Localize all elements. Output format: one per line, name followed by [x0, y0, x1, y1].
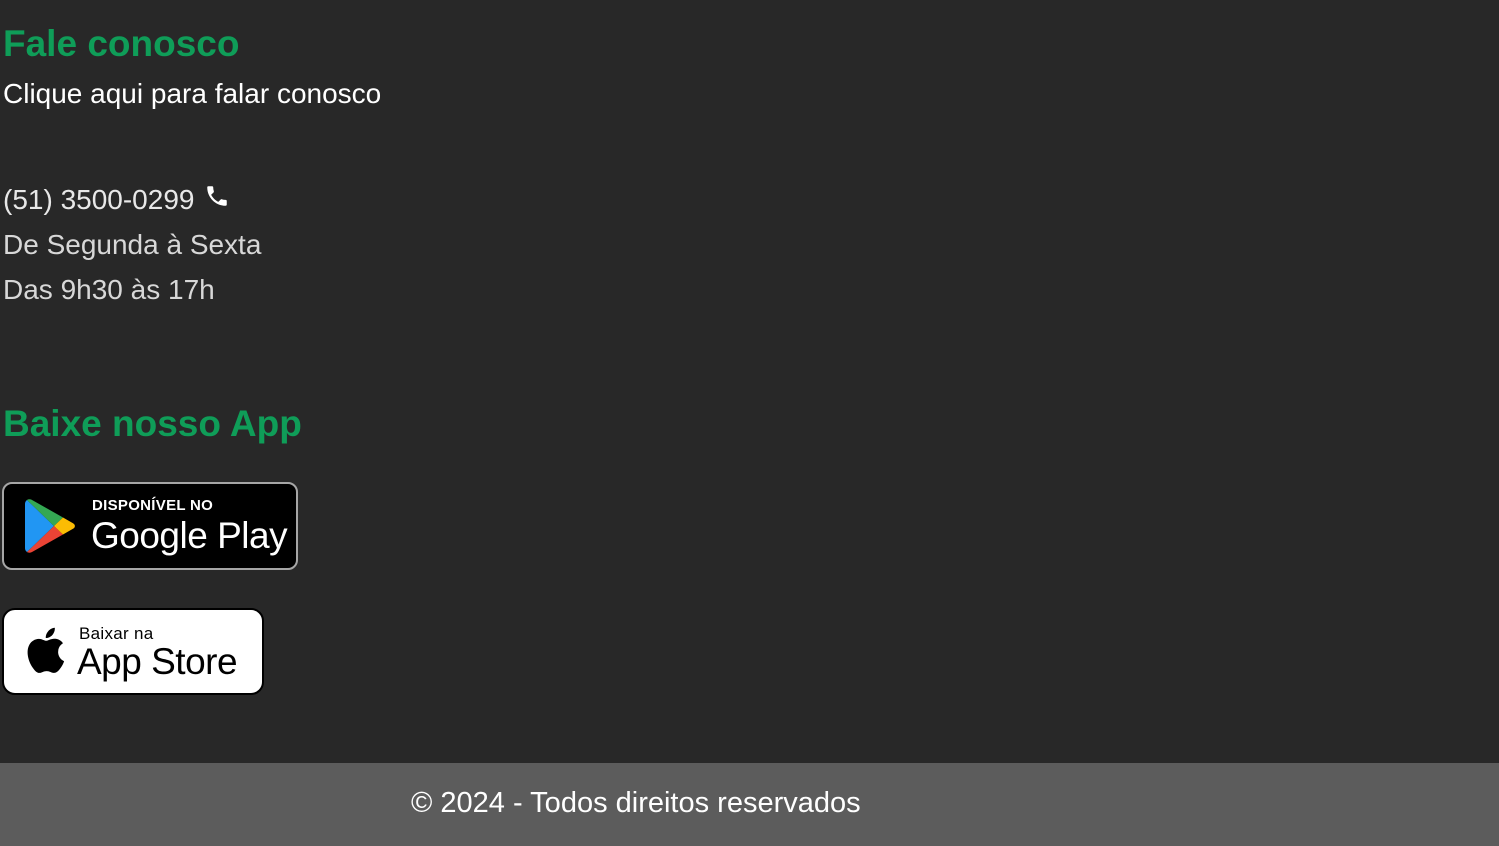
hours-time: Das 9h30 às 17h	[3, 274, 215, 305]
google-play-small-label: DISPONÍVEL NO	[92, 497, 214, 514]
copyright-text: © 2024 - Todos direitos reservados	[411, 787, 861, 819]
app-store-label: App Store	[77, 641, 238, 682]
google-play-icon	[23, 497, 79, 555]
phone-icon	[204, 183, 230, 209]
google-play-badge[interactable]: DISPONÍVEL NO Google Play	[2, 482, 298, 570]
contact-heading: Fale conosco	[3, 23, 240, 64]
app-store-badge[interactable]: Baixar na App Store	[2, 608, 264, 695]
google-play-label: Google Play	[91, 515, 288, 556]
contact-link[interactable]: Clique aqui para falar conosco	[3, 78, 381, 110]
contact-section: Fale conosco Clique aqui para falar cono…	[0, 0, 1499, 763]
footer: © 2024 - Todos direitos reservados	[0, 763, 1499, 846]
phone-row[interactable]: (51) 3500-0299	[3, 183, 230, 217]
app-heading: Baixe nosso App	[3, 403, 302, 444]
phone-number[interactable]: (51) 3500-0299	[3, 186, 194, 214]
app-store-small-label: Baixar na	[79, 624, 154, 643]
hours-days: De Segunda à Sexta	[3, 229, 262, 260]
apple-icon	[22, 624, 66, 676]
